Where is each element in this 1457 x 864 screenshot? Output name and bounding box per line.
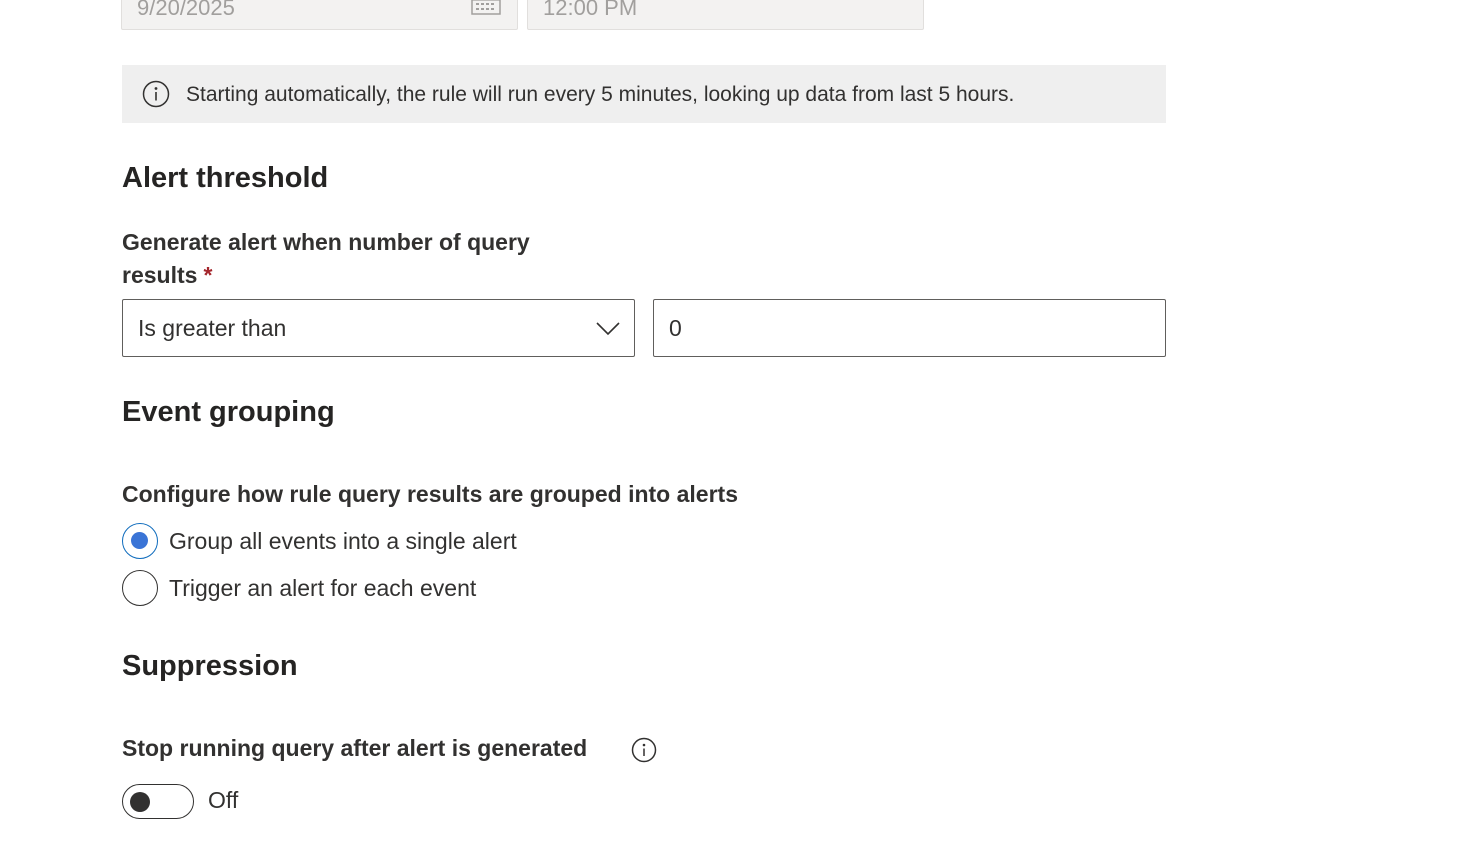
radio-option-label: Trigger an alert for each event xyxy=(169,574,477,601)
toggle-knob xyxy=(130,792,150,812)
threshold-operator-dropdown[interactable]: Is greater than xyxy=(122,299,635,357)
chevron-down-icon xyxy=(596,318,620,338)
radio-button-checked[interactable] xyxy=(122,523,158,559)
suppression-heading: Suppression xyxy=(122,650,298,682)
toggle-state-label: Off xyxy=(208,787,239,813)
alert-threshold-heading: Alert threshold xyxy=(122,162,329,194)
threshold-operator-value: Is greater than xyxy=(138,315,287,341)
suppression-label: Stop running query after alert is genera… xyxy=(122,735,588,761)
start-time-value: 12:00 PM xyxy=(543,0,638,20)
info-icon[interactable] xyxy=(631,737,657,763)
alert-threshold-label: Generate alert when number of query resu… xyxy=(122,226,582,292)
radio-button-unchecked[interactable] xyxy=(122,570,158,606)
alert-threshold-label-text: Generate alert when number of query resu… xyxy=(122,229,530,288)
info-icon xyxy=(142,80,170,108)
radio-option-alert-per-event[interactable]: Trigger an alert for each event xyxy=(122,570,476,606)
start-time-field[interactable]: 12:00 PM xyxy=(527,0,924,30)
event-grouping-heading: Event grouping xyxy=(122,396,335,428)
analytics-rule-settings-page: 9/20/2025 12:00 PM Starting automaticall… xyxy=(0,0,1457,864)
info-banner-text: Starting automatically, the rule will ru… xyxy=(186,83,1015,106)
radio-option-label: Group all events into a single alert xyxy=(169,527,517,554)
suppression-toggle[interactable] xyxy=(122,784,194,819)
schedule-info-banner: Starting automatically, the rule will ru… xyxy=(122,65,1166,123)
start-date-value: 9/20/2025 xyxy=(137,0,235,20)
calendar-icon[interactable] xyxy=(471,0,501,15)
event-grouping-label: Configure how rule query results are gro… xyxy=(122,481,738,507)
start-date-field[interactable]: 9/20/2025 xyxy=(121,0,518,30)
radio-option-single-alert[interactable]: Group all events into a single alert xyxy=(122,523,517,559)
threshold-count-input[interactable] xyxy=(653,299,1166,357)
required-asterisk: * xyxy=(203,262,213,288)
